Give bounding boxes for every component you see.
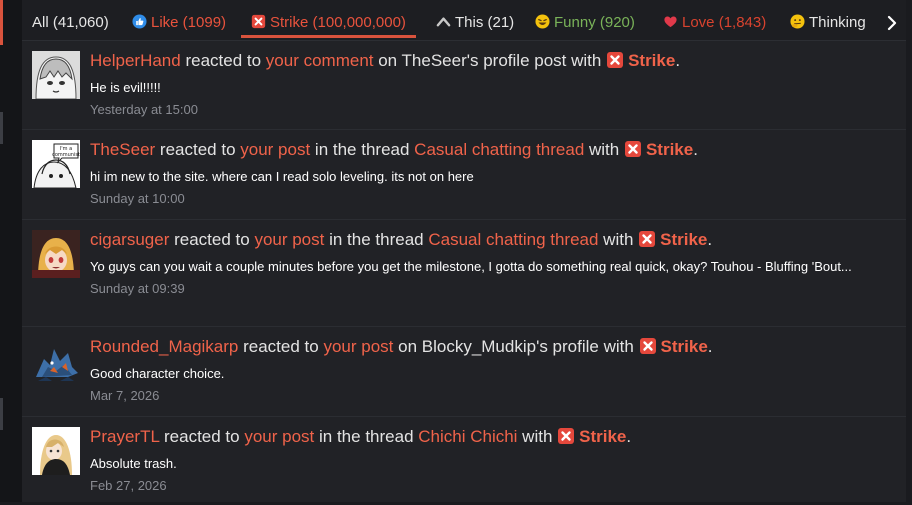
alert-text: Rounded_Magikarp reacted to your post on… [90,337,713,356]
avatar[interactable] [32,427,80,475]
username-link[interactable]: cigarsuger [90,230,169,249]
avatar[interactable] [32,230,80,278]
thinking-icon [790,14,805,29]
reaction-label: Strike [624,140,693,159]
tab-label: Love (1,843) [682,14,767,31]
this-icon [436,17,451,27]
strike-icon [638,230,656,248]
avatar[interactable] [32,51,80,99]
left-sidebar [0,0,23,502]
strike-icon [624,140,642,158]
tab-label: Strike (100,000,000) [270,14,406,31]
avatar[interactable]: I'm a communist [32,140,80,188]
timestamp[interactable]: Sunday at 10:00 [90,191,896,206]
love-icon [664,16,677,28]
strike-icon [606,51,624,69]
content-link[interactable]: your post [244,427,314,446]
username-link[interactable]: Rounded_Magikarp [90,337,238,356]
tab-like[interactable]: Like (1099) [132,0,226,40]
tab-funny[interactable]: Funny (920) [535,0,635,40]
tab-label: This (21) [455,14,515,31]
like-icon [132,14,147,29]
tabs-next-button[interactable] [878,0,906,40]
reactions-panel: All (41,060) Like (1099) Strike (100,000… [22,0,906,502]
chevron-right-icon [887,15,897,31]
reaction-label: Strike [639,337,708,356]
tab-love[interactable]: Love (1,843) [663,0,766,40]
content-link[interactable]: your comment [266,51,374,70]
content-link[interactable]: your post [323,337,393,356]
alert-text: cigarsuger reacted to your post in the t… [90,230,713,249]
tab-label: All (41,060) [32,14,109,31]
list-item: HelperHand reacted to your comment on Th… [22,41,906,130]
username-link[interactable]: HelperHand [90,51,181,70]
thread-link[interactable]: Casual chatting thread [414,140,584,159]
timestamp[interactable]: Yesterday at 15:00 [90,102,896,117]
avatar[interactable] [32,337,80,385]
list-item: I'm a communist TheSeer reacted to your … [22,130,906,220]
sidebar-marker [0,398,3,430]
tab-this[interactable]: This (21) [436,0,514,40]
alert-text: HelperHand reacted to your comment on Th… [90,51,681,70]
reaction-label: Strike [638,230,707,249]
post-snippet: Absolute trash. [90,456,177,471]
timestamp[interactable]: Sunday at 09:39 [90,281,896,296]
tab-label: Thinking [809,14,866,31]
sidebar-active-indicator [0,0,3,45]
timestamp[interactable]: Mar 7, 2026 [90,388,896,403]
thread-link[interactable]: Chichi Chichi [418,427,517,446]
username-link[interactable]: TheSeer [90,140,155,159]
tab-label: Funny (920) [554,14,635,31]
list-item: PrayerTL reacted to your post in the thr… [22,417,906,505]
content-link[interactable]: your post [254,230,324,249]
strike-icon [557,427,575,445]
reaction-label: Strike [557,427,626,446]
username-link[interactable]: PrayerTL [90,427,159,446]
tab-thinking[interactable]: Thinking [790,0,866,40]
list-item: cigarsuger reacted to your post in the t… [22,220,906,327]
tab-strike[interactable]: Strike (100,000,000) [241,0,416,40]
alert-text: PrayerTL reacted to your post in the thr… [90,427,632,446]
thread-link[interactable]: Casual chatting thread [428,230,598,249]
post-snippet: Yo guys can you wait a couple minutes be… [90,259,852,274]
strike-icon [639,337,657,355]
timestamp[interactable]: Feb 27, 2026 [90,478,896,493]
strike-icon [251,14,266,29]
post-snippet: Good character choice. [90,366,225,381]
reaction-tabs: All (41,060) Like (1099) Strike (100,000… [22,0,906,41]
list-item: Rounded_Magikarp reacted to your post on… [22,327,906,417]
tab-all[interactable]: All (41,060) [32,0,109,40]
alert-text: TheSeer reacted to your post in the thre… [90,140,698,159]
sidebar-marker [0,112,3,144]
content-link[interactable]: your post [240,140,310,159]
avatar-caption: communist [52,152,80,158]
reaction-label: Strike [606,51,675,70]
tab-label: Like (1099) [151,14,227,31]
funny-icon [535,14,550,29]
post-snippet: He is evil!!!!! [90,80,161,95]
post-snippet: hi im new to the site. where can I read … [90,169,474,184]
alert-list: HelperHand reacted to your comment on Th… [22,41,906,505]
